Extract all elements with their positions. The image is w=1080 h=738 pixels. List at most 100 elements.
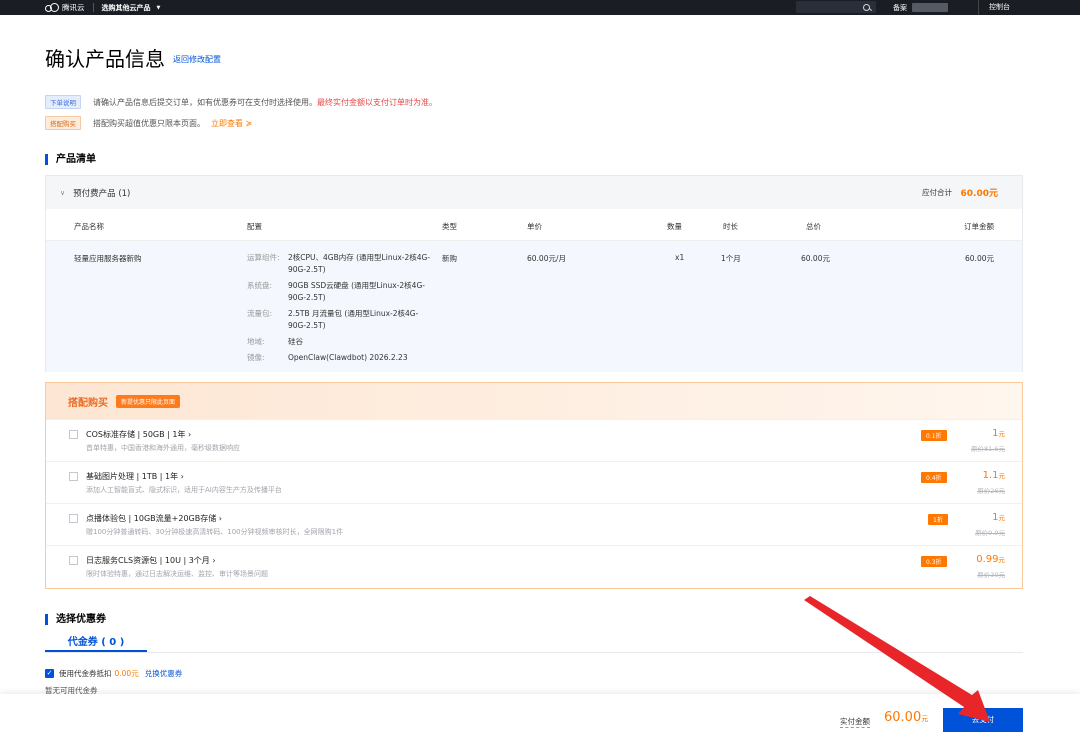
- product-duration: 1个月: [721, 254, 741, 263]
- config-value: 2.5TB 月流量包 (通用型Linux-2核4G-90G-2.5T): [288, 309, 419, 330]
- product-list-title: 产品清单: [45, 154, 96, 165]
- bundle-checkbox[interactable]: [69, 430, 78, 439]
- total-label: 应付合计: [922, 188, 952, 197]
- account-name-redacted[interactable]: [912, 3, 948, 12]
- bundle-item-price: 1.1元: [982, 470, 1005, 481]
- product-total: 60.00元: [801, 254, 830, 263]
- voucher-amount: 0.00元: [114, 669, 139, 678]
- total-value: 60.00元: [960, 189, 998, 199]
- discount-badge: 0.1折: [921, 430, 947, 441]
- prepaid-group-header[interactable]: ∨ 预付费产品 (1) 应付合计 60.00元: [46, 176, 1022, 209]
- bundle-title: 搭配购买: [68, 397, 108, 409]
- bundle-item-desc: 添加人工智能盲式、隐式标识，适用于AI内容生产方及传播平台: [86, 486, 282, 494]
- bundle-item-name[interactable]: 日志服务CLS资源包 | 10U | 3个月 ›: [86, 555, 216, 566]
- bundle-checkbox[interactable]: [69, 472, 78, 481]
- order-notice-red-text: 最终实付金额以支付订单时为准。: [317, 97, 437, 107]
- pay-button[interactable]: 去支付: [943, 708, 1023, 732]
- beian-link[interactable]: 备案: [893, 3, 907, 13]
- use-voucher-checkbox[interactable]: ✓: [45, 669, 54, 678]
- config-value: 90GB SSD云硬盘 (通用型Linux-2核4G-90G-2.5T): [288, 281, 425, 302]
- console-link[interactable]: 控制台: [978, 0, 1020, 15]
- list-item[interactable]: 基础图片处理 | 1TB | 1年 › 添加人工智能盲式、隐式标识，适用于AI内…: [46, 461, 1022, 503]
- bundle-item-desc: 首单特惠，中国香港和海外通用，毫秒级数据响应: [86, 444, 240, 452]
- product-table-header: 产品名称 配置 类型 单价 数量 时长 总价 订单金额: [46, 209, 1022, 241]
- product-order-amount: 60.00元: [965, 254, 994, 263]
- col-total: 总价: [806, 222, 821, 231]
- col-duration: 时长: [723, 222, 738, 231]
- discount-badge: 0.4折: [921, 472, 947, 483]
- chevron-right-icon: ›: [212, 556, 216, 565]
- discount-badge: 1折: [928, 514, 948, 525]
- bundle-item-price: 1元: [992, 512, 1005, 523]
- back-to-config-link[interactable]: 返回修改配置: [173, 54, 221, 65]
- prepaid-group-label: 预付费产品 (1): [73, 188, 131, 199]
- config-key: 镜像:: [247, 353, 265, 362]
- discount-badge: 0.3折: [921, 556, 947, 567]
- config-key: 地域:: [247, 337, 265, 346]
- double-chevron-down-icon: ≽: [245, 118, 253, 128]
- bundle-promo-pill: 新提优惠只限此页面: [116, 394, 181, 408]
- chevron-right-icon: ›: [188, 430, 192, 439]
- pay-amount-label[interactable]: 实付金额: [840, 716, 870, 728]
- bundle-checkbox[interactable]: [69, 556, 78, 565]
- product-unit-price: 60.00元/月: [527, 254, 566, 263]
- table-row: 轻量应用服务器新购 运算组件: 2核CPU、4GB内存 (通用型Linux-2核4…: [46, 241, 1022, 372]
- cloud-logo-icon: [45, 3, 59, 12]
- search-icon[interactable]: [863, 3, 870, 11]
- list-item[interactable]: 点播体验包 | 10GB流量+20GB存储 › 赠100分钟普通转码、30分钟极…: [46, 503, 1022, 545]
- col-config: 配置: [247, 222, 262, 231]
- bundle-item-name[interactable]: 点播体验包 | 10GB流量+20GB存储 ›: [86, 513, 222, 524]
- pay-amount: 60.00元: [884, 710, 929, 725]
- config-value: 2核CPU、4GB内存 (通用型Linux-2核4G-90G-2.5T): [288, 253, 431, 274]
- bundle-item-desc: 赠100分钟普通转码、30分钟极速高清转码、100分钟视频审核时长，全网限购1件: [86, 528, 344, 536]
- use-voucher-row: ✓ 使用代金券抵扣 0.00元 兑换优惠券: [45, 668, 182, 679]
- bundle-item-desc: 限时体验特惠，通过日志解决运维、监控、审计等场景问题: [86, 570, 268, 578]
- chevron-down-icon[interactable]: ∨: [60, 189, 65, 197]
- config-value: 硅谷: [288, 337, 303, 346]
- product-menu[interactable]: 选购其他云产品 ▼: [102, 3, 161, 13]
- tab-vouchers[interactable]: 代金券 ( 0 ): [45, 633, 147, 652]
- bundle-item-name[interactable]: 基础图片处理 | 1TB | 1年 ›: [86, 471, 184, 482]
- tab-divider: [45, 652, 1023, 653]
- bundle-item-original-price: 原价26元: [977, 487, 1005, 495]
- bundle-item-price: 0.99元: [976, 554, 1005, 565]
- product-quantity: x1: [675, 253, 685, 262]
- config-key: 系统盘:: [247, 281, 273, 290]
- product-menu-label: 选购其他云产品: [101, 3, 151, 12]
- caret-down-icon: ▼: [156, 4, 161, 11]
- col-quantity: 数量: [667, 222, 682, 231]
- col-order-amount: 订单金额: [964, 222, 994, 231]
- bundle-notice-text: 搭配购买超值优惠只限本页面。: [93, 118, 205, 128]
- order-notice-text: 请确认产品信息后提交订单，如有优惠券可在支付时选择使用。: [93, 97, 317, 107]
- list-item[interactable]: COS标准存储 | 50GB | 1年 › 首单特惠，中国香港和海外通用，毫秒级…: [46, 419, 1022, 461]
- product-name: 轻量应用服务器新购: [74, 254, 142, 263]
- bundle-notice-tag: 搭配购买: [45, 116, 81, 130]
- bundle-item-price: 1元: [992, 428, 1005, 439]
- list-item[interactable]: 日志服务CLS资源包 | 10U | 3个月 › 限时体验特惠，通过日志解决运维…: [46, 545, 1022, 587]
- logo-text: 腾讯云: [62, 3, 85, 12]
- redeem-coupon-link[interactable]: 兑换优惠券: [145, 668, 183, 679]
- order-notice-tag: 下单说明: [45, 95, 81, 109]
- bundle-item-name[interactable]: COS标准存储 | 50GB | 1年 ›: [86, 429, 191, 440]
- config-key: 流量包:: [247, 309, 273, 318]
- product-list: ∨ 预付费产品 (1) 应付合计 60.00元 产品名称 配置 类型 单价 数量…: [45, 175, 1023, 372]
- nav-divider: [92, 3, 94, 12]
- tencent-cloud-logo[interactable]: 腾讯云: [45, 0, 85, 15]
- use-voucher-label: 使用代金券抵扣: [59, 669, 112, 678]
- config-key: 运算组件:: [247, 253, 280, 262]
- product-type: 新购: [442, 254, 457, 263]
- page-title: 确认产品信息: [45, 47, 165, 71]
- search-input[interactable]: [796, 1, 876, 13]
- bundle-item-original-price: 原价81.6元: [971, 445, 1005, 453]
- bundle-item-original-price: 原价9.9元: [975, 529, 1005, 537]
- bundle-checkbox[interactable]: [69, 514, 78, 523]
- view-bundle-link[interactable]: 立即查看 ≽: [211, 118, 252, 129]
- chevron-right-icon: ›: [180, 472, 184, 481]
- bundle-header: 搭配购买 新提优惠只限此页面: [46, 383, 1022, 419]
- product-config: 运算组件: 2核CPU、4GB内存 (通用型Linux-2核4G-90G-2.5T…: [247, 252, 447, 368]
- chevron-right-icon: ›: [218, 514, 222, 523]
- col-unit-price: 单价: [527, 222, 542, 231]
- coupon-section-title: 选择优惠券: [45, 614, 106, 625]
- bundle-item-original-price: 原价30元: [977, 571, 1005, 579]
- top-nav: 腾讯云 选购其他云产品 ▼ 备案 控制台: [0, 0, 1080, 15]
